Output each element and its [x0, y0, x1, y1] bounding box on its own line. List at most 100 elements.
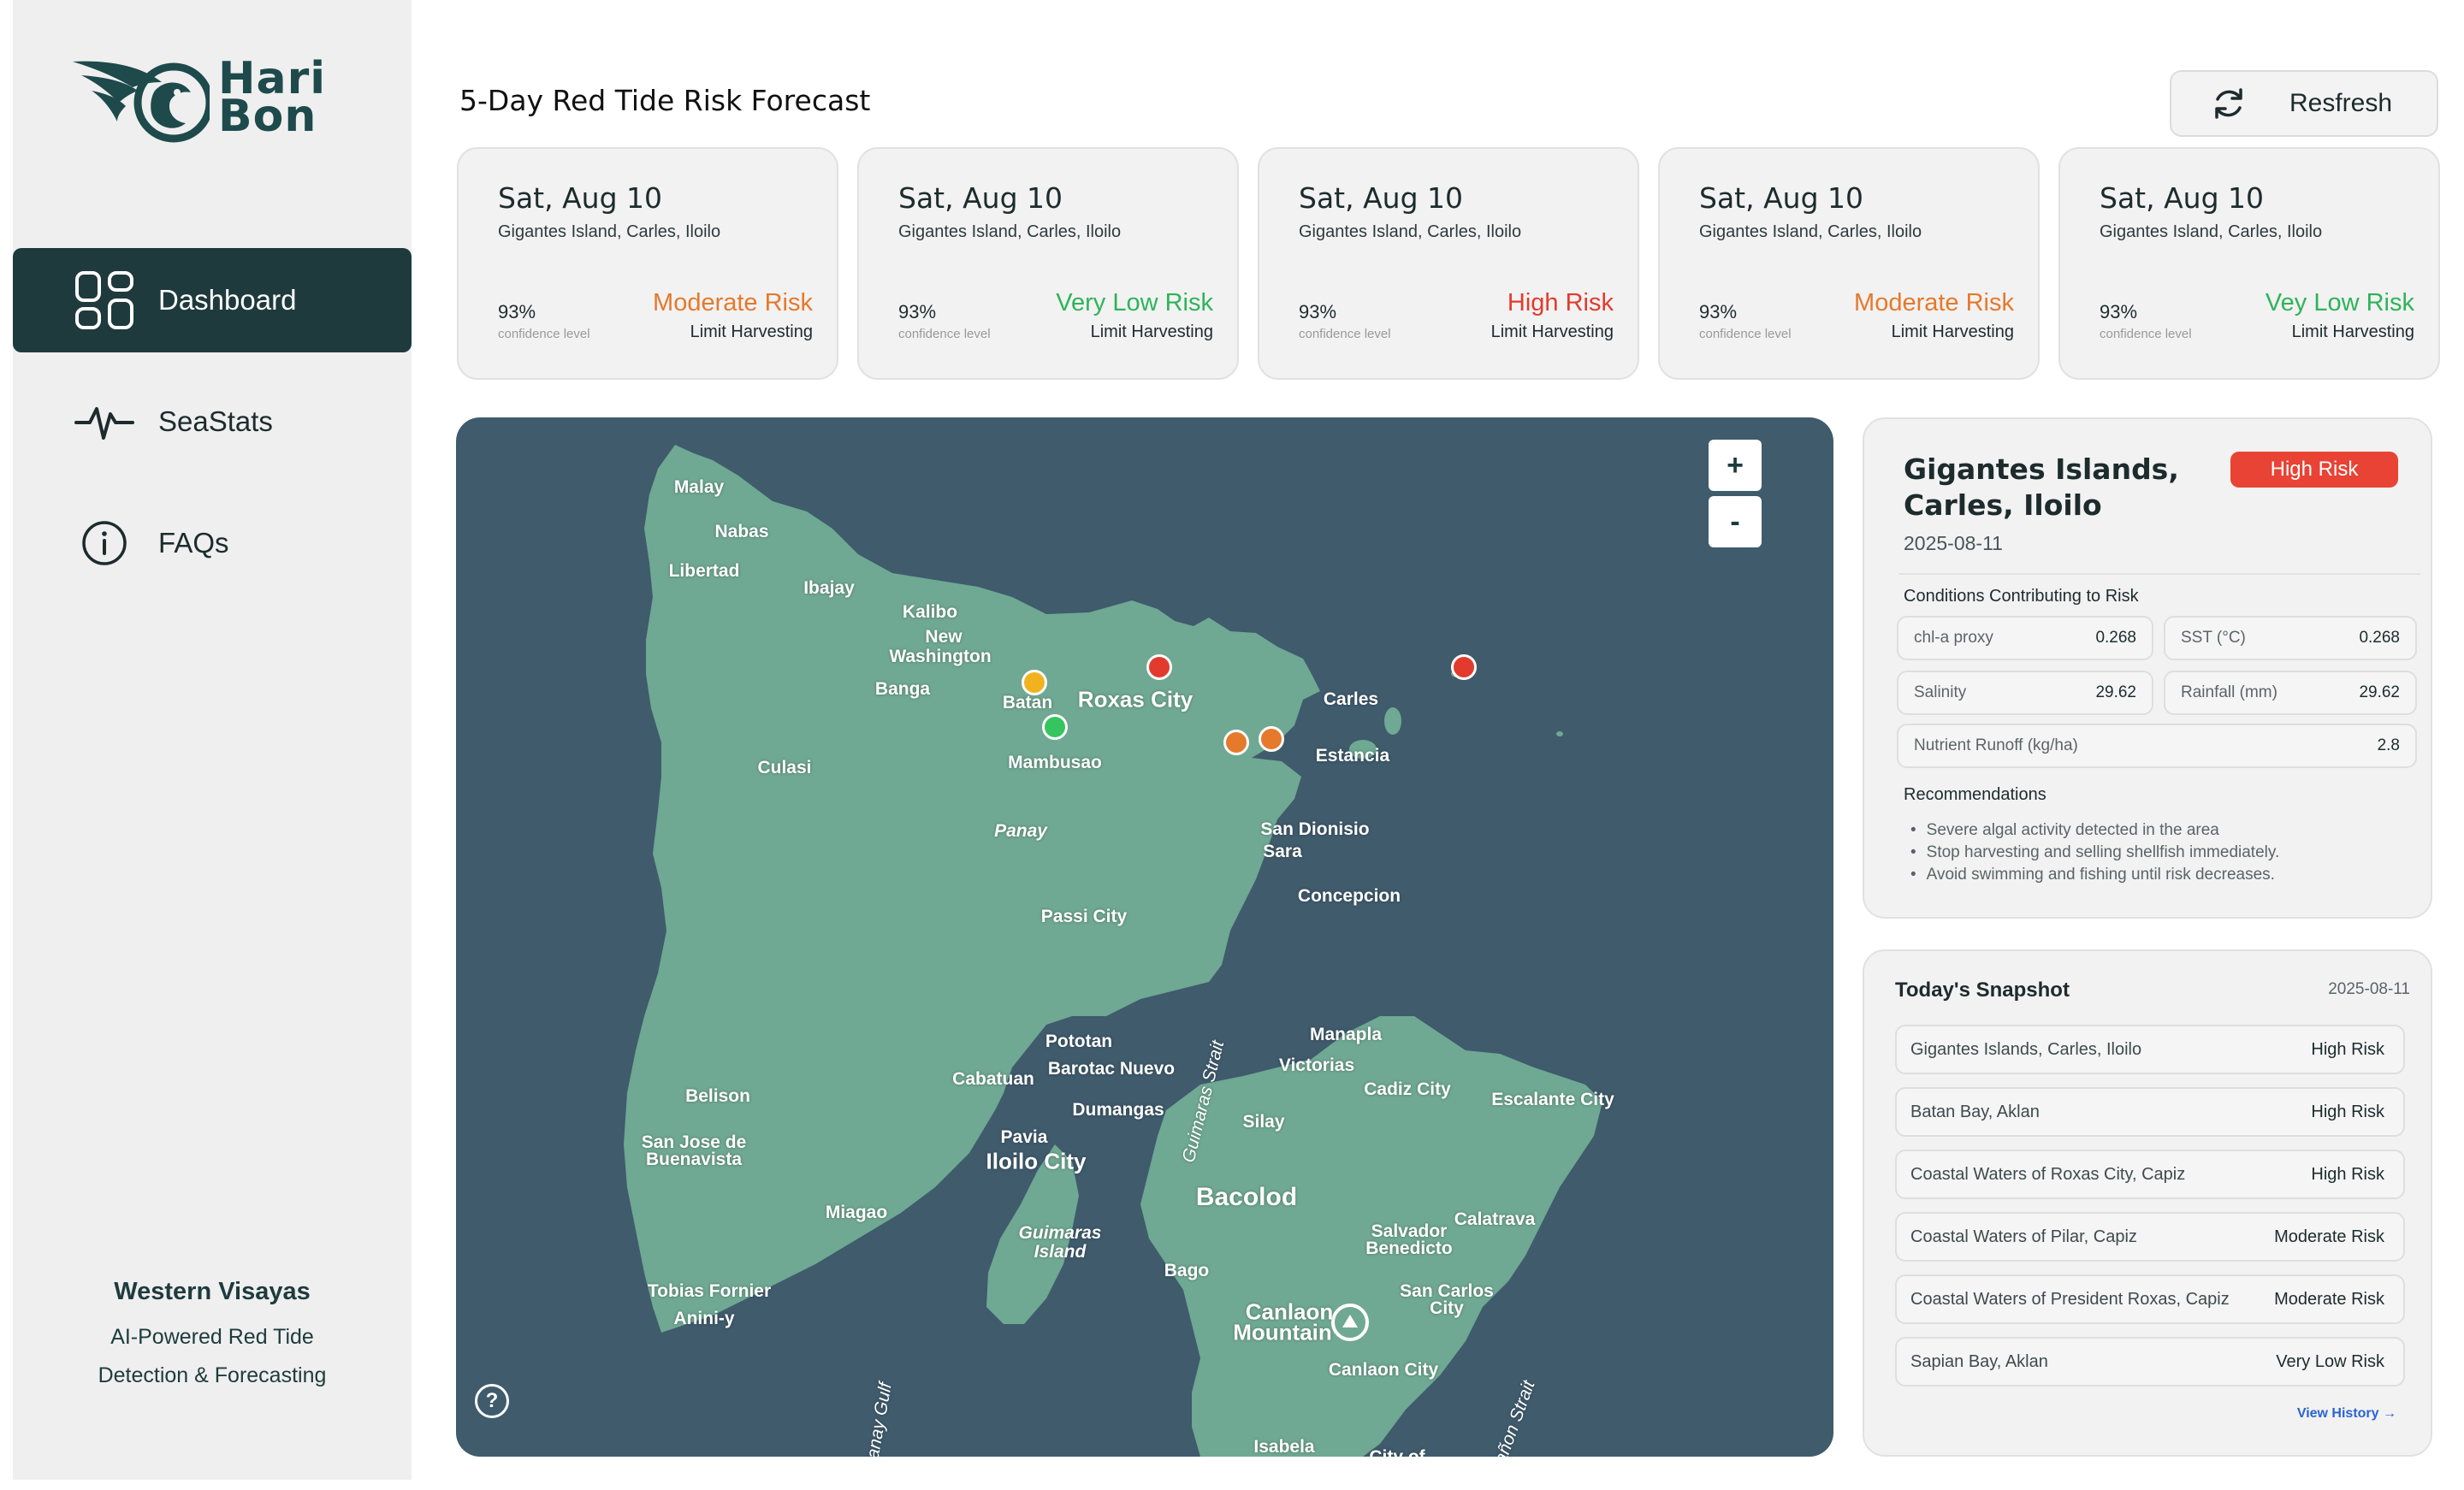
zoom-out-button[interactable]: - — [1709, 496, 1762, 547]
map-label: New — [925, 627, 962, 647]
map-label: Canlaon City — [1328, 1360, 1439, 1380]
map-label: Silay — [1242, 1112, 1285, 1132]
map-label: Manapla — [1309, 1025, 1383, 1044]
recommendation-item: Severe algal activity detected in the ar… — [1910, 819, 2279, 842]
todays-snapshot-panel: Today's Snapshot 2025-08-11 Gigantes Isl… — [1863, 949, 2432, 1457]
metric-chla: chl-a proxy 0.268 — [1897, 616, 2153, 660]
forecast-date: Sat, Aug 10 — [1299, 181, 1464, 215]
recommendation-item: Avoid swimming and fishing until risk de… — [1910, 864, 2279, 886]
map-label: Island — [1034, 1242, 1087, 1262]
risk-map[interactable]: + - Malay Nabas Libertad Ibajay Kalibo N… — [456, 417, 1833, 1457]
map-marker[interactable] — [1259, 726, 1284, 752]
map-label: Bacolod — [1195, 1183, 1298, 1211]
map-marker[interactable] — [1451, 654, 1477, 680]
forecast-card[interactable]: Sat, Aug 10 Gigantes Island, Carles, Ilo… — [2058, 147, 2440, 380]
map-marker[interactable] — [1042, 714, 1068, 740]
snapshot-location: Coastal Waters of President Roxas, Capiz — [1910, 1289, 2230, 1309]
refresh-label: Resfresh — [2289, 89, 2393, 117]
risk-level: Very Low Risk — [1056, 289, 1213, 316]
forecast-date: Sat, Aug 10 — [498, 181, 663, 215]
metric-value: 29.62 — [2095, 683, 2136, 701]
map-label: Miagao — [825, 1203, 888, 1222]
map-label: Sara — [1263, 842, 1302, 861]
snapshot-row[interactable]: Batan Bay, Aklan High Risk — [1895, 1087, 2405, 1137]
detail-title: Gigantes Islands, Carles, Iloilo — [1904, 452, 2179, 522]
snapshot-row[interactable]: Sapian Bay, Aklan Very Low Risk — [1895, 1337, 2405, 1387]
recommended-action: Limit Harvesting — [1490, 322, 1614, 341]
tagline-line1: AI-Powered Red Tide — [110, 1325, 314, 1349]
map-label: Libertad — [668, 561, 740, 581]
map-label: Belison — [685, 1086, 750, 1106]
recommended-action: Limit Harvesting — [690, 322, 813, 341]
forecast-card[interactable]: Sat, Aug 10 Gigantes Island, Carles, Ilo… — [1258, 147, 1639, 380]
snapshot-location: Coastal Waters of Pilar, Capiz — [1910, 1227, 2137, 1246]
snapshot-row[interactable]: Coastal Waters of President Roxas, Capiz… — [1895, 1274, 2405, 1324]
forecast-location: Gigantes Island, Carles, Iloilo — [1299, 222, 1522, 241]
sidebar: Hari Bon Dashboard SeaStats FAQs Western… — [13, 0, 412, 1480]
map-help-icon[interactable]: ? — [475, 1384, 509, 1418]
snapshot-row[interactable]: Coastal Waters of Roxas City, Capiz High… — [1895, 1150, 2405, 1199]
nav-label-seastats: SeaStats — [158, 405, 273, 437]
pulse-icon — [74, 392, 134, 452]
risk-level: High Risk — [1507, 289, 1614, 316]
metric-value: 2.8 — [2377, 736, 2400, 754]
map-label: Victorias — [1278, 1055, 1355, 1075]
confidence-label: confidence level — [1699, 327, 1792, 341]
brand-line2: Bon — [218, 91, 317, 142]
island-small-5 — [1556, 731, 1563, 736]
refresh-button[interactable]: Resfresh — [2170, 70, 2438, 137]
forecast-card[interactable]: Sat, Aug 10 Gigantes Island, Carles, Ilo… — [1658, 147, 2040, 380]
forecast-card[interactable]: Sat, Aug 10 Gigantes Island, Carles, Ilo… — [857, 147, 1239, 380]
snapshot-row[interactable]: Gigantes Islands, Carles, Iloilo High Ri… — [1895, 1025, 2405, 1074]
haribon-logo[interactable]: Hari Bon — [73, 56, 355, 159]
confidence-value: 93% — [1699, 301, 1738, 322]
metric-value: 29.62 — [2359, 683, 2400, 701]
map-label: Isabela — [1253, 1437, 1315, 1457]
map-label: Tobias Fornier — [647, 1281, 772, 1301]
nav-item-faqs[interactable]: FAQs — [13, 491, 412, 595]
snapshot-row[interactable]: Coastal Waters of Pilar, Capiz Moderate … — [1895, 1212, 2405, 1262]
nav-item-seastats[interactable]: SeaStats — [13, 370, 412, 474]
confidence-value: 93% — [498, 301, 536, 322]
map-label: Mambusao — [1008, 753, 1102, 772]
map-label: Benedicto — [1365, 1239, 1453, 1258]
risk-badge: High Risk — [2230, 452, 2398, 488]
snapshot-risk: Very Low Risk — [2276, 1351, 2384, 1371]
snapshot-risk: Moderate Risk — [2274, 1227, 2384, 1246]
forecast-cards: Sat, Aug 10 Gigantes Island, Carles, Ilo… — [457, 147, 2440, 380]
forecast-date: Sat, Aug 10 — [1699, 181, 1864, 215]
snapshot-title: Today's Snapshot — [1895, 979, 2070, 1002]
map-marker[interactable] — [1223, 730, 1249, 755]
risk-level: Vey Low Risk — [2265, 289, 2414, 316]
map-label: Escalante City — [1491, 1090, 1614, 1109]
view-history-link[interactable]: View History → — [2297, 1406, 2396, 1422]
map-label: Ibajay — [803, 578, 855, 598]
map-label: Concepcion — [1297, 886, 1401, 906]
map-label: Batan — [1002, 693, 1053, 712]
map-label: Barotac Nuevo — [1047, 1059, 1176, 1079]
map-label: Mountain — [1233, 1319, 1332, 1345]
map-label: Kalibo — [902, 602, 958, 622]
nav-label-faqs: FAQs — [158, 527, 229, 559]
confidence-value: 93% — [898, 301, 937, 322]
map-marker[interactable] — [1022, 670, 1047, 695]
metric-label: Salinity — [1914, 683, 1967, 701]
nav-item-dashboard[interactable]: Dashboard — [13, 248, 412, 352]
metric-nutrient-runoff: Nutrient Runoff (kg/ha) 2.8 — [1897, 724, 2417, 768]
metric-rainfall: Rainfall (mm) 29.62 — [2164, 671, 2417, 715]
map-label: Pototan — [1045, 1032, 1113, 1051]
map-label: Iloilo City — [986, 1148, 1087, 1174]
forecast-date: Sat, Aug 10 — [2100, 181, 2265, 215]
metric-label: chl-a proxy — [1914, 629, 1993, 647]
detail-date: 2025-08-11 — [1904, 532, 2003, 554]
map-label: Guimaras — [1018, 1223, 1102, 1243]
map-label: Carles — [1323, 689, 1379, 709]
metric-value: 0.268 — [2095, 629, 2136, 647]
refresh-icon — [2215, 88, 2242, 119]
confidence-value: 93% — [1299, 301, 1337, 322]
zoom-in-button[interactable]: + — [1709, 440, 1762, 491]
confidence-label: confidence level — [2100, 327, 2192, 341]
map-marker[interactable] — [1146, 654, 1172, 680]
forecast-card[interactable]: Sat, Aug 10 Gigantes Island, Carles, Ilo… — [457, 147, 838, 380]
bird-logo-icon — [73, 61, 214, 143]
